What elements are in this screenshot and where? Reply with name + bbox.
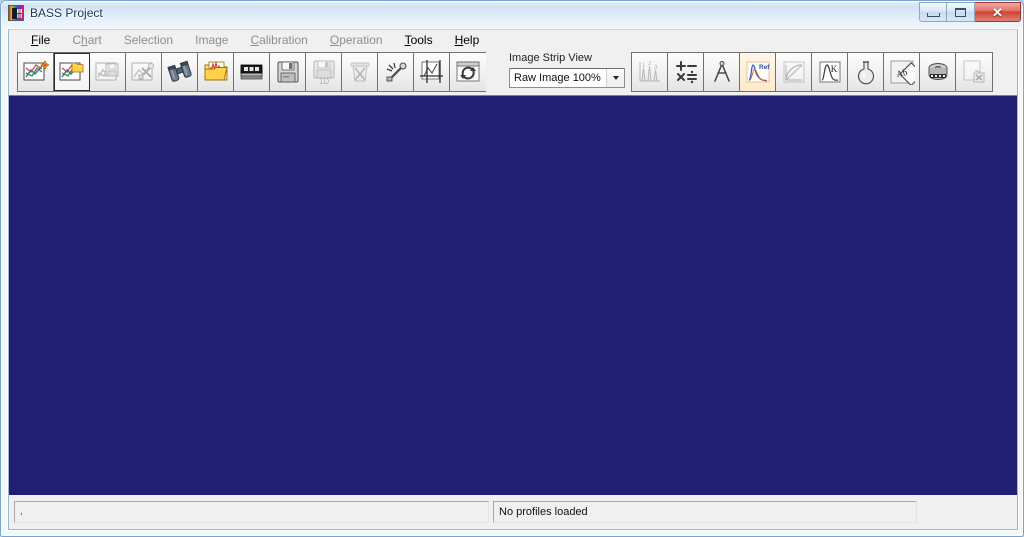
peak-k-icon: K — [819, 61, 840, 83]
image-strip-button[interactable] — [234, 53, 270, 91]
reference-spectrum-button[interactable]: Ref — [740, 53, 776, 91]
toolbar-group-analysis: 123 Ref K Ab — [631, 52, 993, 92]
menu-help[interactable]: Help — [444, 31, 491, 49]
integration-button[interactable] — [776, 53, 812, 91]
film-strip-icon — [240, 64, 262, 80]
open-project-button[interactable] — [54, 53, 90, 91]
menu-calibration[interactable]: Calibration — [239, 31, 318, 49]
svg-text:K: K — [830, 64, 837, 74]
document-close-icon — [963, 60, 985, 83]
minimize-button[interactable] — [919, 2, 947, 22]
movie-button[interactable] — [920, 53, 956, 91]
new-project-button[interactable] — [18, 53, 54, 91]
chart-folder-icon — [59, 62, 84, 81]
svg-text:1D: 1D — [318, 77, 328, 85]
bass-logo-icon — [8, 5, 24, 21]
close-button[interactable]: ✕ — [975, 2, 1021, 22]
toolbar: 1D Image Strip View Raw Image 100% 1 2 3… — [9, 50, 1017, 95]
status-pane-coordinates: , — [14, 501, 489, 523]
minimize-icon — [926, 12, 940, 17]
trash-icon — [350, 62, 369, 82]
curve-protractor-icon — [783, 61, 804, 83]
kinetics-button[interactable]: K — [812, 53, 848, 91]
chart-tools-icon — [131, 62, 154, 81]
close-icon: ✕ — [992, 4, 1003, 20]
arithmetic-button[interactable] — [668, 53, 704, 91]
menu-file[interactable]: File — [20, 31, 61, 49]
svg-text:2: 2 — [648, 61, 652, 67]
wrench-spark-icon — [386, 62, 406, 82]
menu-operation[interactable]: Operation — [319, 31, 394, 49]
peak-numbering-button[interactable]: 123 — [632, 53, 668, 91]
open-spectrum-button[interactable] — [198, 53, 234, 91]
binoculars-icon — [166, 60, 192, 82]
crop-region-button[interactable] — [414, 53, 450, 91]
maximize-icon — [955, 7, 966, 17]
flask-icon — [857, 61, 874, 85]
menu-tools[interactable]: Tools — [394, 31, 444, 49]
menu-image[interactable]: Image — [184, 31, 239, 49]
window-title: BASS Project — [30, 6, 103, 20]
status-pane-profiles: No profiles loaded — [493, 501, 917, 523]
status-bar-grip — [917, 501, 1012, 523]
math-operators-icon — [675, 61, 697, 84]
image-strip-view-control: Image Strip View Raw Image 100% — [509, 52, 627, 94]
mdi-client-area[interactable] — [9, 95, 1017, 497]
floppy-icon — [277, 61, 298, 83]
save-1d-button[interactable]: 1D — [306, 53, 342, 91]
image-strip-view-select[interactable]: Raw Image 100% — [509, 68, 625, 88]
divider-compass-button[interactable] — [704, 53, 740, 91]
delete-button[interactable] — [342, 53, 378, 91]
floppy-1d-icon: 1D — [313, 60, 334, 85]
repair-button[interactable] — [378, 53, 414, 91]
client-frame: File Chart Selection Image Calibration O… — [8, 29, 1018, 530]
status-left-text: , — [20, 506, 23, 517]
concentration-button[interactable] — [848, 53, 884, 91]
menu-selection[interactable]: Selection — [113, 31, 184, 49]
ref-spectrum-icon: Ref — [746, 61, 770, 83]
absorbance-button[interactable]: Ab — [884, 53, 920, 91]
save-button[interactable] — [270, 53, 306, 91]
project-settings-button[interactable] — [126, 53, 162, 91]
maximize-button[interactable] — [947, 2, 975, 22]
image-strip-view-label: Image Strip View — [509, 52, 592, 64]
menu-chart[interactable]: Chart — [61, 31, 112, 49]
toolbar-group-file: 1D — [17, 52, 486, 92]
folder-spectrum-icon — [204, 61, 228, 81]
browse-button[interactable] — [162, 53, 198, 91]
close-document-button[interactable] — [956, 53, 992, 91]
status-bar: , No profiles loaded — [9, 495, 1017, 529]
refresh-button[interactable] — [450, 53, 486, 91]
save-project-button[interactable] — [90, 53, 126, 91]
crop-chart-icon — [419, 60, 443, 83]
title-bar[interactable]: BASS Project ✕ — [1, 1, 1024, 28]
chart-save-icon — [95, 62, 118, 81]
menu-bar: File Chart Selection Image Calibration O… — [9, 30, 1017, 50]
chevron-down-icon[interactable] — [606, 69, 624, 87]
application-window: BASS Project ✕ File Chart Selection Imag… — [0, 0, 1024, 537]
ab-diamond-icon: Ab — [890, 60, 915, 85]
svg-text:1: 1 — [642, 63, 646, 69]
svg-text:Ref: Ref — [759, 64, 770, 71]
image-strip-view-value: Raw Image 100% — [514, 72, 601, 84]
chart-new-icon — [23, 60, 49, 81]
window-controls: ✕ — [919, 2, 1021, 22]
peak-numbers-icon: 1 23 — [639, 61, 660, 82]
svg-text:3: 3 — [654, 65, 658, 71]
title-bar-left: BASS Project — [8, 5, 103, 21]
refresh-icon — [456, 61, 480, 82]
film-reel-icon — [928, 63, 947, 80]
compass-divider-icon — [713, 61, 730, 82]
